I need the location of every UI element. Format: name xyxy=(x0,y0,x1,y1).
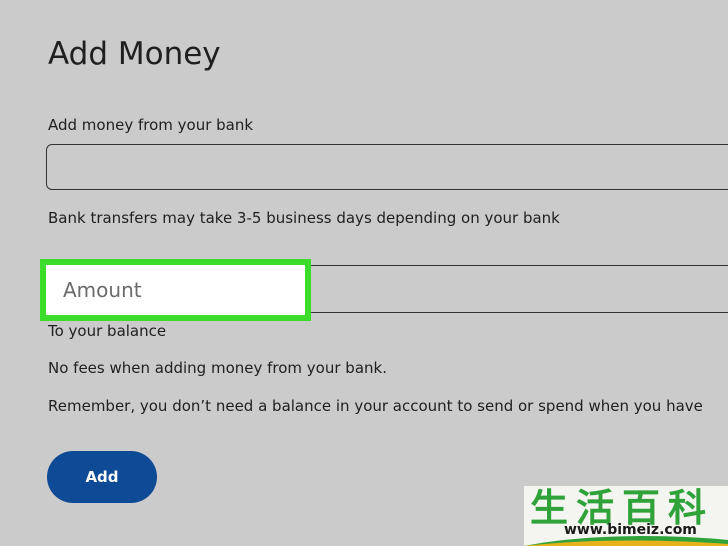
watermark-swoosh-icon xyxy=(524,536,728,546)
fees-note: No fees when adding money from your bank… xyxy=(48,359,387,377)
bank-select-field[interactable] xyxy=(46,144,728,190)
add-button[interactable]: Add xyxy=(47,451,157,503)
balance-reminder: Remember, you don’t need a balance in yo… xyxy=(48,397,703,415)
page-title: Add Money xyxy=(48,36,221,72)
balance-destination-label: To your balance xyxy=(48,322,167,340)
bank-label: Add money from your bank xyxy=(48,116,254,134)
add-button-label: Add xyxy=(85,468,119,486)
amount-input[interactable]: Amount xyxy=(46,265,305,315)
amount-placeholder: Amount xyxy=(63,278,142,302)
watermark-logo: 生活百科 www.bimeiz.com xyxy=(524,486,728,546)
bank-transfer-note: Bank transfers may take 3-5 business day… xyxy=(48,209,560,227)
